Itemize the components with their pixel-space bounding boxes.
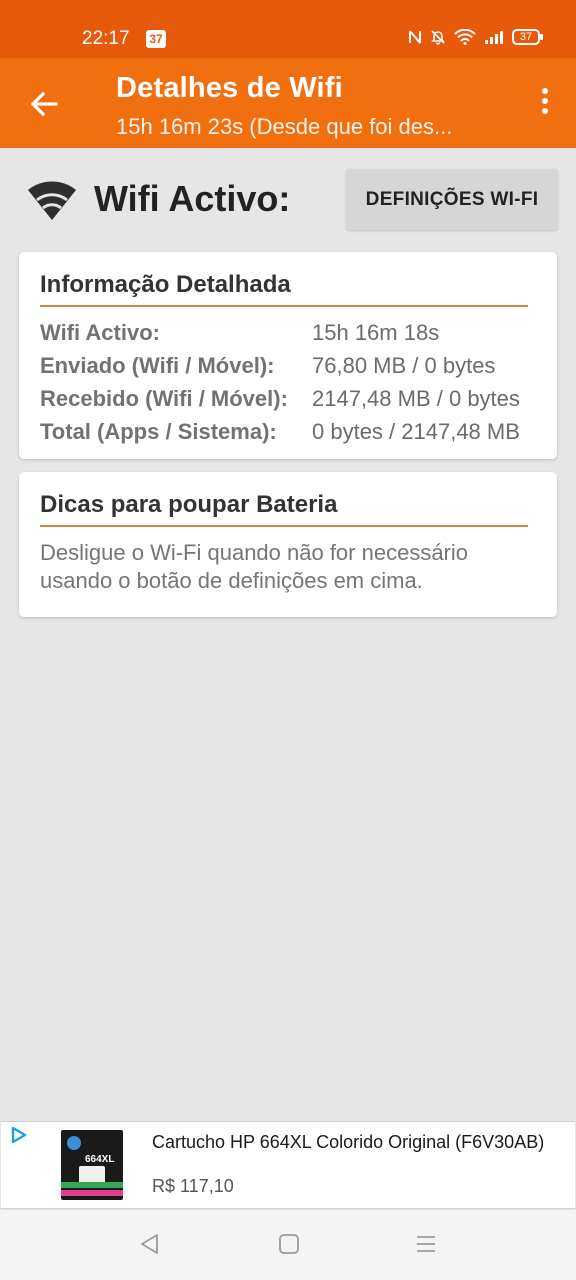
hp-logo-icon bbox=[67, 1136, 81, 1150]
wifi-status-row: Wifi Activo: DEFINIÇÕES WI-FI bbox=[0, 160, 576, 244]
notification-badge-icon: 37 bbox=[146, 30, 166, 48]
cellular-signal-icon bbox=[485, 31, 503, 44]
ad-banner[interactable]: 664XL Cartucho HP 664XL Colorido Origina… bbox=[1, 1121, 575, 1209]
ad-product-image[interactable]: 664XL bbox=[61, 1130, 123, 1200]
status-bar: 22:17 37 37 bbox=[0, 0, 576, 58]
info-value: 2147,48 MB / 0 bytes bbox=[312, 386, 520, 411]
app-bar: Detalhes de Wifi 15h 16m 23s (Desde que … bbox=[0, 58, 576, 148]
battery-tips-card: Dicas para poupar Bateria Desligue o Wi-… bbox=[19, 472, 557, 617]
nfc-icon bbox=[409, 30, 421, 44]
info-key: Total (Apps / Sistema): bbox=[40, 419, 277, 444]
ad-price: R$ 117,10 bbox=[152, 1176, 234, 1196]
overflow-menu-icon[interactable] bbox=[538, 88, 552, 120]
nav-menu-icon[interactable] bbox=[414, 1232, 438, 1256]
battery-tips-title: Dicas para poupar Bateria bbox=[40, 491, 338, 518]
product-model-label: 664XL bbox=[85, 1154, 115, 1165]
system-nav-bar bbox=[0, 1210, 576, 1280]
info-key: Enviado (Wifi / Móvel): bbox=[40, 353, 275, 378]
battery-icon: 37 bbox=[512, 29, 543, 45]
wifi-signal-icon bbox=[454, 29, 476, 45]
wifi-active-label: Wifi Activo: bbox=[94, 178, 291, 219]
info-value: 0 bytes / 2147,48 MB bbox=[312, 419, 520, 444]
bell-muted-icon bbox=[431, 30, 445, 45]
detailed-info-title: Informação Detalhada bbox=[40, 271, 291, 298]
title-divider bbox=[40, 525, 528, 527]
wifi-settings-button[interactable]: DEFINIÇÕES WI-FI bbox=[346, 169, 558, 230]
ad-choices-icon[interactable] bbox=[9, 1125, 29, 1145]
detailed-info-card: Informação Detalhada Wifi Activo: 15h 16… bbox=[19, 252, 557, 459]
page-subtitle: 15h 16m 23s (Desde que foi des... bbox=[116, 114, 453, 139]
back-arrow-icon[interactable] bbox=[26, 86, 62, 122]
page-title: Detalhes de Wifi bbox=[116, 72, 343, 104]
nav-back-icon[interactable] bbox=[138, 1232, 162, 1256]
battery-tips-text: Desligue o Wi-Fi quando não for necessár… bbox=[40, 540, 469, 593]
status-icons: 37 bbox=[408, 29, 543, 45]
nav-home-icon[interactable] bbox=[277, 1232, 301, 1256]
ad-title[interactable]: Cartucho HP 664XL Colorido Original (F6V… bbox=[152, 1132, 552, 1153]
wifi-icon bbox=[28, 181, 76, 220]
info-key: Recebido (Wifi / Móvel): bbox=[40, 386, 288, 411]
info-value: 15h 16m 18s bbox=[312, 320, 440, 345]
info-key: Wifi Activo: bbox=[40, 320, 160, 345]
status-time: 22:17 bbox=[82, 28, 130, 49]
title-divider bbox=[40, 305, 528, 307]
info-value: 76,80 MB / 0 bytes bbox=[312, 353, 496, 378]
